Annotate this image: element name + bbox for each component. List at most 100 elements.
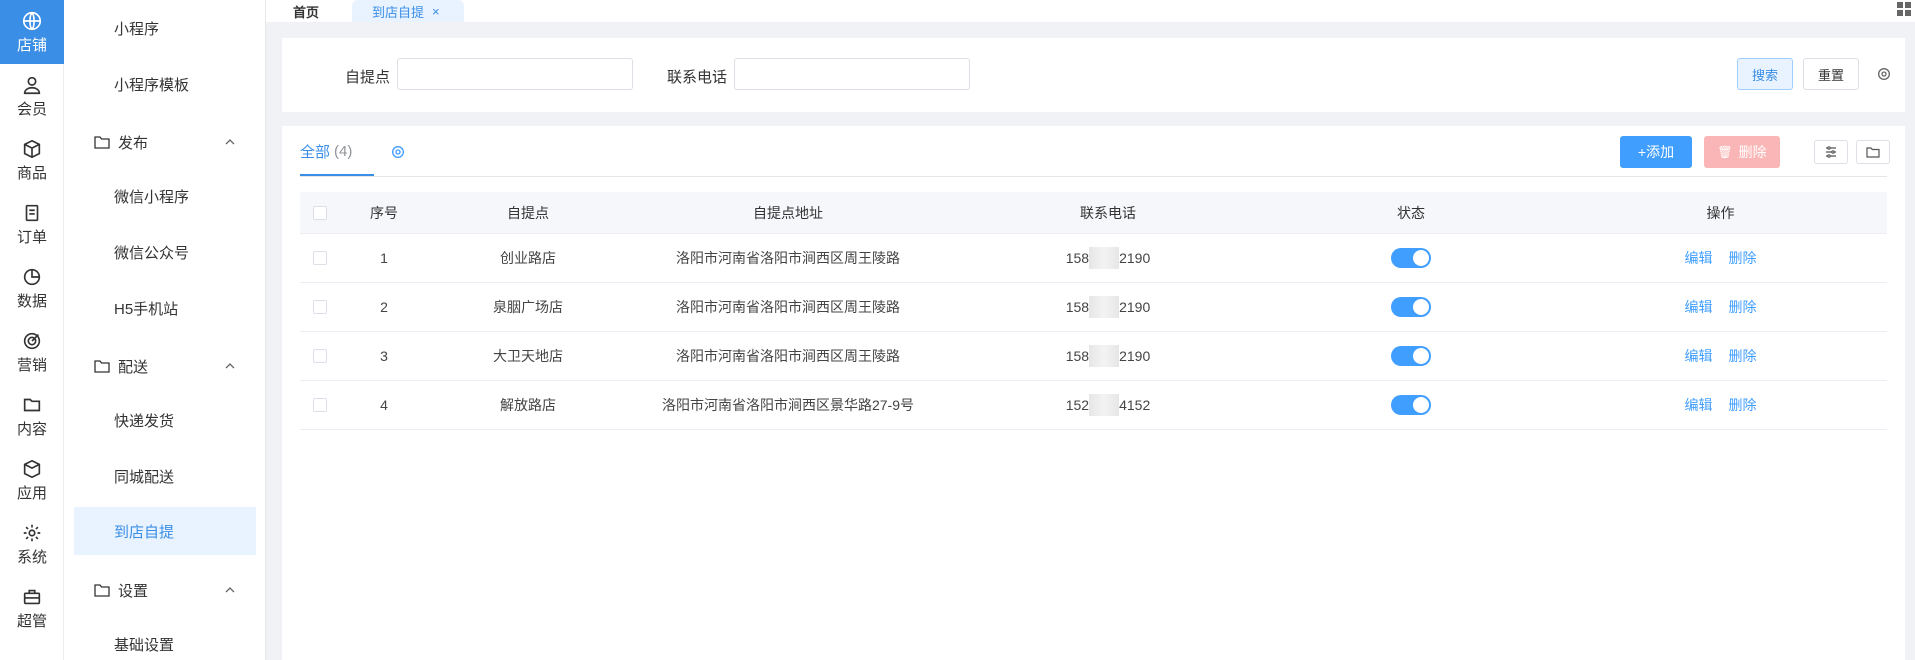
delete-link[interactable]: 删除 xyxy=(1729,248,1757,268)
tab-all[interactable]: 全部 (4) xyxy=(300,126,352,176)
submenu-item-wechat-official[interactable]: 微信公众号 xyxy=(64,228,266,276)
row-select-cell xyxy=(300,234,340,282)
delete-link[interactable]: 删除 xyxy=(1729,297,1757,317)
row-checkbox[interactable] xyxy=(313,300,327,314)
cell-name: 大卫天地店 xyxy=(493,348,563,364)
th-phone: 联系电话 xyxy=(1080,205,1136,221)
submenu-group-publish[interactable]: 发布 xyxy=(64,118,266,166)
rail-item-apps[interactable]: 应用 xyxy=(0,448,64,512)
status-toggle[interactable] xyxy=(1391,395,1431,415)
cell-actions: 编辑 删除 xyxy=(1554,332,1887,380)
rail-item-store[interactable]: 店铺 xyxy=(0,0,64,64)
cell-actions: 编辑 删除 xyxy=(1554,381,1887,429)
sliders-icon xyxy=(1826,146,1836,158)
submenu-item-store-pickup[interactable]: 到店自提 xyxy=(74,507,256,555)
folder-icon xyxy=(94,136,110,149)
status-toggle[interactable] xyxy=(1391,248,1431,268)
th-no: 序号 xyxy=(370,205,398,221)
row-checkbox[interactable] xyxy=(313,251,327,265)
rail-item-goods[interactable]: 商品 xyxy=(0,128,64,192)
edit-link[interactable]: 编辑 xyxy=(1685,297,1713,317)
delete-link[interactable]: 删除 xyxy=(1729,346,1757,366)
rail-item-superadmin[interactable]: 超管 xyxy=(0,576,64,640)
phone-label: 联系电话 xyxy=(667,69,728,86)
rail-label: 系统 xyxy=(16,548,47,566)
group-label: 配送 xyxy=(118,358,149,376)
rail-item-data[interactable]: 数据 xyxy=(0,256,64,320)
store-icon xyxy=(22,11,42,30)
add-button[interactable]: +添加 xyxy=(1620,136,1692,168)
gear-icon[interactable] xyxy=(1876,66,1892,82)
cell-name: 创业路店 xyxy=(500,250,556,266)
cell-address: 洛阳市河南省洛阳市涧西区周王陵路 xyxy=(676,348,900,364)
pickup-point-label: 自提点 xyxy=(345,69,391,86)
rail-item-member[interactable]: 会员 xyxy=(0,64,64,128)
cell-address: 洛阳市河南省洛阳市涧西区景华路27-9号 xyxy=(661,397,915,413)
folder-icon xyxy=(94,584,110,597)
tab-home[interactable]: 首页 xyxy=(266,0,346,22)
cell-no: 2 xyxy=(380,299,388,315)
edit-link[interactable]: 编辑 xyxy=(1685,248,1713,268)
submenu-group-delivery[interactable]: 配送 xyxy=(64,342,266,390)
submenu-item-wechat-mini[interactable]: 微信小程序 xyxy=(64,172,266,220)
cell-name: 泉胭广场店 xyxy=(493,299,563,315)
export-button[interactable] xyxy=(1856,140,1890,164)
rail-label: 商品 xyxy=(16,164,47,182)
phone-suffix: 2190 xyxy=(1119,299,1151,315)
phone-prefix: 152 xyxy=(1065,397,1090,413)
reset-button[interactable]: 重置 xyxy=(1803,58,1859,90)
folder-icon xyxy=(1866,147,1880,158)
clipboard-icon xyxy=(25,204,39,221)
toggle-knob xyxy=(1413,299,1429,315)
rail-item-system[interactable]: 系统 xyxy=(0,512,64,576)
select-all-checkbox[interactable] xyxy=(313,206,327,220)
phone-prefix: 158 xyxy=(1065,299,1090,315)
delete-button[interactable]: 🗑 删除 xyxy=(1704,136,1780,168)
row-checkbox[interactable] xyxy=(313,398,327,412)
edit-link[interactable]: 编辑 xyxy=(1685,395,1713,415)
status-toggle[interactable] xyxy=(1391,297,1431,317)
phone-input[interactable] xyxy=(734,58,970,90)
column-settings-button[interactable] xyxy=(1814,140,1848,164)
submenu-group-settings[interactable]: 设置 xyxy=(64,566,266,614)
th-address: 自提点地址 xyxy=(753,205,823,221)
submenu-item-express[interactable]: 快递发货 xyxy=(64,396,266,444)
grid-icon[interactable] xyxy=(1897,2,1911,16)
rail-label: 订单 xyxy=(16,228,47,246)
submenu-item-mini-program[interactable]: 小程序 xyxy=(64,4,266,52)
table-row: 1 创业路店 洛阳市河南省洛阳市涧西区周王陵路 158 2190 编辑 删除 xyxy=(300,234,1887,283)
pie-chart-icon xyxy=(23,268,41,285)
submenu-item-h5[interactable]: H5手机站 xyxy=(64,284,266,332)
pickup-point-input[interactable] xyxy=(397,58,633,90)
tab-label: 到店自提 xyxy=(372,4,425,20)
cell-address: 洛阳市河南省洛阳市涧西区周王陵路 xyxy=(676,299,900,315)
phone-mask xyxy=(1089,247,1120,269)
folder-icon xyxy=(94,360,110,373)
folder-icon xyxy=(23,398,41,411)
list-panel: 全部 (4) +添加 🗑 删除 序号 自提点 自提点地址 联系电话 状态 操作 xyxy=(282,126,1905,660)
rail-item-content[interactable]: 内容 xyxy=(0,384,64,448)
tab-store-pickup[interactable]: 到店自提 × xyxy=(352,0,464,22)
edit-link[interactable]: 编辑 xyxy=(1685,346,1713,366)
phone-prefix: 158 xyxy=(1065,348,1090,364)
close-icon[interactable]: × xyxy=(432,4,440,19)
row-checkbox[interactable] xyxy=(313,349,327,363)
toolbox-icon xyxy=(23,589,41,604)
submenu-item-city-delivery[interactable]: 同城配送 xyxy=(64,452,266,500)
submenu-item-basic-settings[interactable]: 基础设置 xyxy=(64,620,266,660)
toggle-knob xyxy=(1413,250,1429,266)
rail-item-orders[interactable]: 订单 xyxy=(0,192,64,256)
cell-no: 3 xyxy=(380,348,388,364)
row-select-cell xyxy=(300,283,340,331)
submenu-item-mini-program-template[interactable]: 小程序模板 xyxy=(64,60,266,108)
gear-icon[interactable] xyxy=(390,144,406,160)
rail-label: 应用 xyxy=(16,484,47,502)
box-icon xyxy=(23,459,41,478)
status-toggle[interactable] xyxy=(1391,346,1431,366)
cell-address: 洛阳市河南省洛阳市涧西区周王陵路 xyxy=(676,250,900,266)
search-button[interactable]: 搜索 xyxy=(1737,58,1793,90)
rail-item-marketing[interactable]: 营销 xyxy=(0,320,64,384)
cell-status xyxy=(1268,283,1554,331)
delete-link[interactable]: 删除 xyxy=(1729,395,1757,415)
cell-no: 1 xyxy=(380,250,388,266)
